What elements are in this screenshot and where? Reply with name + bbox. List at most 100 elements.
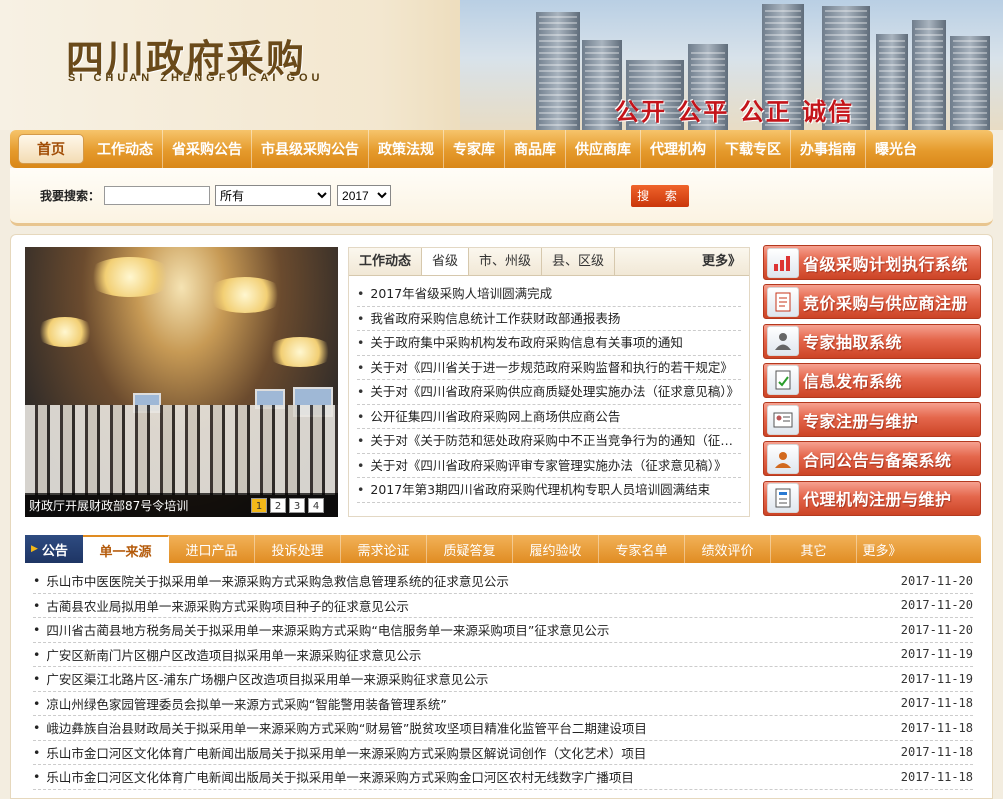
announcement-title[interactable]: 乐山市中医医院关于拟采用单一来源采购方式采购急救信息管理系统的征求意见公示 — [46, 571, 889, 590]
news-list: 2017年省级采购人培训圆满完成 我省政府采购信息统计工作获财政部通报表扬 关于… — [349, 276, 749, 503]
announcement-row[interactable]: 四川省古蔺县地方税务局关于拟采用单一来源采购方式采购“电信服务单一来源采购项目”… — [33, 618, 973, 643]
announcement-title[interactable]: 乐山市金口河区文化体育广电新闻出版局关于拟采用单一来源采购方式采购景区解说词创作… — [46, 743, 889, 762]
news-item[interactable]: 关于对《关于防范和惩处政府采购中不正当竞争行为的通知（征求意见稿）》 — [357, 429, 741, 454]
tab-demand-review[interactable]: 需求论证 — [341, 535, 427, 563]
system-label: 省级采购计划执行系统 — [803, 254, 969, 274]
document-icon — [767, 286, 799, 317]
system-button-plan-execution[interactable]: 省级采购计划执行系统 — [763, 245, 981, 280]
news-panel-title[interactable]: 工作动态 — [349, 248, 423, 275]
arrow-right-icon: ▶ — [31, 544, 38, 554]
system-button-bidding[interactable]: 竞价采购与供应商注册 — [763, 284, 981, 320]
news-item[interactable]: 2017年第3期四川省政府采购代理机构专职人员培训圆满结束 — [357, 478, 741, 503]
main-nav: 首页 工作动态 省采购公告 市县级采购公告 政策法规 专家库 商品库 供应商库 … — [10, 130, 993, 168]
announcement-row[interactable]: 乐山市中医医院关于拟采用单一来源采购方式采购急救信息管理系统的征求意见公示 201… — [33, 569, 973, 594]
announcement-title[interactable]: 凉山州绿色家园管理委员会拟单一来源方式采购“智能警用装备管理系统” — [46, 694, 889, 713]
announcement-board: ▶ 公告 单一来源 进口产品 投诉处理 需求论证 质疑答复 履约验收 专家名单 … — [25, 535, 981, 799]
chandelier — [35, 317, 95, 347]
nav-item-agencies[interactable]: 代理机构 — [641, 130, 716, 168]
tab-inquiry-replies[interactable]: 质疑答复 — [427, 535, 513, 563]
announcement-tabs: ▶ 公告 单一来源 进口产品 投诉处理 需求论证 质疑答复 履约验收 专家名单 … — [25, 535, 981, 563]
site-logo-subtitle: SI CHUAN ZHENGFU CAI GOU — [68, 72, 324, 84]
slideshow-page-3[interactable]: 3 — [289, 497, 305, 513]
search-button[interactable]: 搜 索 — [631, 184, 690, 207]
system-button-expert-registration[interactable]: 专家注册与维护 — [763, 402, 981, 438]
year-select[interactable]: 2017 — [337, 185, 392, 206]
announcement-row[interactable]: 乐山市金口河区文化体育广电新闻出版局关于拟采用单一来源采购方式采购金口河区农村无… — [33, 765, 973, 790]
main-content: 财政厅开展财政部87号令培训 1 2 3 4 工作动态 省级 市、州级 县、区级… — [10, 234, 993, 799]
chandelier — [265, 337, 335, 367]
slideshow-caption-bar: 财政厅开展财政部87号令培训 1 2 3 4 — [25, 493, 338, 517]
announcement-date: 2017-11-19 — [900, 647, 973, 662]
slideshow-pager: 1 2 3 4 — [251, 497, 324, 513]
system-button-contract-filing[interactable]: 合同公告与备案系统 — [763, 441, 981, 477]
announcement-more-link[interactable]: 更多》 — [857, 535, 907, 563]
chandelier — [205, 277, 285, 313]
nav-item-exposure[interactable]: 曝光台 — [866, 130, 926, 168]
search-bar: 我要搜索： 所有 2017 搜 索 — [10, 168, 993, 226]
tab-acceptance[interactable]: 履约验收 — [513, 535, 599, 563]
tab-county[interactable]: 县、区级 — [542, 248, 616, 275]
nav-item-work-news[interactable]: 工作动态 — [88, 130, 163, 168]
nav-item-city-notices[interactable]: 市县级采购公告 — [252, 130, 369, 168]
nav-item-guide[interactable]: 办事指南 — [791, 130, 866, 168]
building — [912, 20, 946, 130]
slideshow[interactable]: 财政厅开展财政部87号令培训 1 2 3 4 — [25, 247, 338, 517]
news-more-link[interactable]: 更多》 — [694, 248, 749, 275]
news-item[interactable]: 关于政府集中采购机构发布政府采购信息有关事项的通知 — [357, 331, 741, 356]
news-item[interactable]: 关于对《四川省关于进一步规范政府采购监督和执行的若干规定》 — [357, 356, 741, 380]
building — [876, 34, 908, 130]
form-icon — [767, 483, 799, 514]
announcement-title[interactable]: 四川省古蔺县地方税务局关于拟采用单一来源采购方式采购“电信服务单一来源采购项目”… — [46, 620, 889, 639]
tab-imported-products[interactable]: 进口产品 — [169, 535, 255, 563]
tab-expert-list[interactable]: 专家名单 — [599, 535, 685, 563]
announcement-label-text: 公告 — [41, 543, 68, 559]
header-banner: 四川政府采购 SI CHUAN ZHENGFU CAI GOU 公开 公平 公正… — [0, 0, 1003, 130]
news-item[interactable]: 2017年省级采购人培训圆满完成 — [357, 282, 741, 307]
tab-complaints[interactable]: 投诉处理 — [255, 535, 341, 563]
tab-city[interactable]: 市、州级 — [469, 248, 543, 275]
news-item[interactable]: 我省政府采购信息统计工作获财政部通报表扬 — [357, 307, 741, 331]
announcement-row[interactable]: 凉山州绿色家园管理委员会拟单一来源方式采购“智能警用装备管理系统” 2017-11… — [33, 692, 973, 716]
search-input[interactable] — [104, 186, 211, 205]
chandelier — [85, 257, 175, 297]
nav-item-suppliers[interactable]: 供应商库 — [566, 130, 641, 168]
system-label: 专家抽取系统 — [803, 333, 903, 353]
announcement-row[interactable]: 乐山市金口河区文化体育广电新闻出版局关于拟采用单一来源采购方式采购景区解说词创作… — [33, 741, 973, 765]
nav-item-policies[interactable]: 政策法规 — [369, 130, 444, 168]
nav-item-province-notices[interactable]: 省采购公告 — [163, 130, 252, 168]
announcement-title[interactable]: 古蔺县农业局拟用单一来源采购方式采购项目种子的征求意见公示 — [46, 596, 889, 615]
system-label: 信息发布系统 — [803, 372, 903, 392]
nav-item-home[interactable]: 首页 — [18, 134, 84, 164]
slideshow-page-1[interactable]: 1 — [251, 497, 267, 513]
news-item[interactable]: 公开征集四川省政府采购网上商场供应商公告 — [357, 405, 741, 429]
search-label: 我要搜索： — [40, 189, 101, 203]
announcement-row[interactable]: 古蔺县农业局拟用单一来源采购方式采购项目种子的征求意见公示 2017-11-20 — [33, 594, 973, 618]
announcement-title[interactable]: 峨边彝族自治县财政局关于拟采用单一来源采购方式采购“财易管”脱贫攻坚项目精准化监… — [46, 718, 889, 737]
system-button-expert-selection[interactable]: 专家抽取系统 — [763, 323, 981, 359]
category-select[interactable]: 所有 — [215, 185, 332, 206]
slideshow-page-2[interactable]: 2 — [270, 497, 286, 513]
slideshow-page-4[interactable]: 4 — [308, 497, 324, 513]
system-links: 省级采购计划执行系统 竞价采购与供应商注册 专家抽取系统 信息发布系统 专家注册… — [763, 245, 981, 520]
system-button-info-publish[interactable]: 信息发布系统 — [763, 362, 981, 398]
news-item[interactable]: 关于对《四川省政府采购供应商质疑处理实施办法（征求意见稿）》 — [357, 380, 741, 405]
slideshow-caption[interactable]: 财政厅开展财政部87号令培训 — [29, 497, 251, 514]
announcement-row[interactable]: 广安区渠江北路片区-浦东广场棚户区改造项目拟采用单一来源采购征求意见公示 2017… — [33, 667, 973, 692]
announcement-row[interactable]: 广安区新南门片区棚户区改造项目拟采用单一来源采购征求意见公示 2017-11-19 — [33, 643, 973, 667]
announcement-title[interactable]: 乐山市金口河区文化体育广电新闻出版局关于拟采用单一来源采购方式采购金口河区农村无… — [46, 767, 889, 786]
announcement-date: 2017-11-18 — [900, 745, 973, 760]
system-label: 合同公告与备案系统 — [803, 450, 952, 470]
announcement-title[interactable]: 广安区渠江北路片区-浦东广场棚户区改造项目拟采用单一来源采购征求意见公示 — [46, 669, 889, 688]
system-button-agency-registration[interactable]: 代理机构注册与维护 — [763, 480, 981, 516]
nav-item-downloads[interactable]: 下载专区 — [716, 130, 791, 168]
tab-province[interactable]: 省级 — [422, 248, 470, 275]
announcement-row[interactable]: 峨边彝族自治县财政局关于拟采用单一来源采购方式采购“财易管”脱贫攻坚项目精准化监… — [33, 716, 973, 741]
announcement-title[interactable]: 广安区新南门片区棚户区改造项目拟采用单一来源采购征求意见公示 — [46, 645, 889, 664]
news-item[interactable]: 关于对《四川省政府采购评审专家管理实施办法（征求意见稿）》 — [357, 454, 741, 478]
tab-performance[interactable]: 绩效评价 — [685, 535, 771, 563]
nav-item-products[interactable]: 商品库 — [505, 130, 566, 168]
tab-other[interactable]: 其它 — [771, 535, 857, 563]
system-label: 竞价采购与供应商注册 — [803, 293, 969, 313]
nav-item-experts[interactable]: 专家库 — [444, 130, 505, 168]
tab-single-source[interactable]: 单一来源 — [83, 535, 169, 563]
